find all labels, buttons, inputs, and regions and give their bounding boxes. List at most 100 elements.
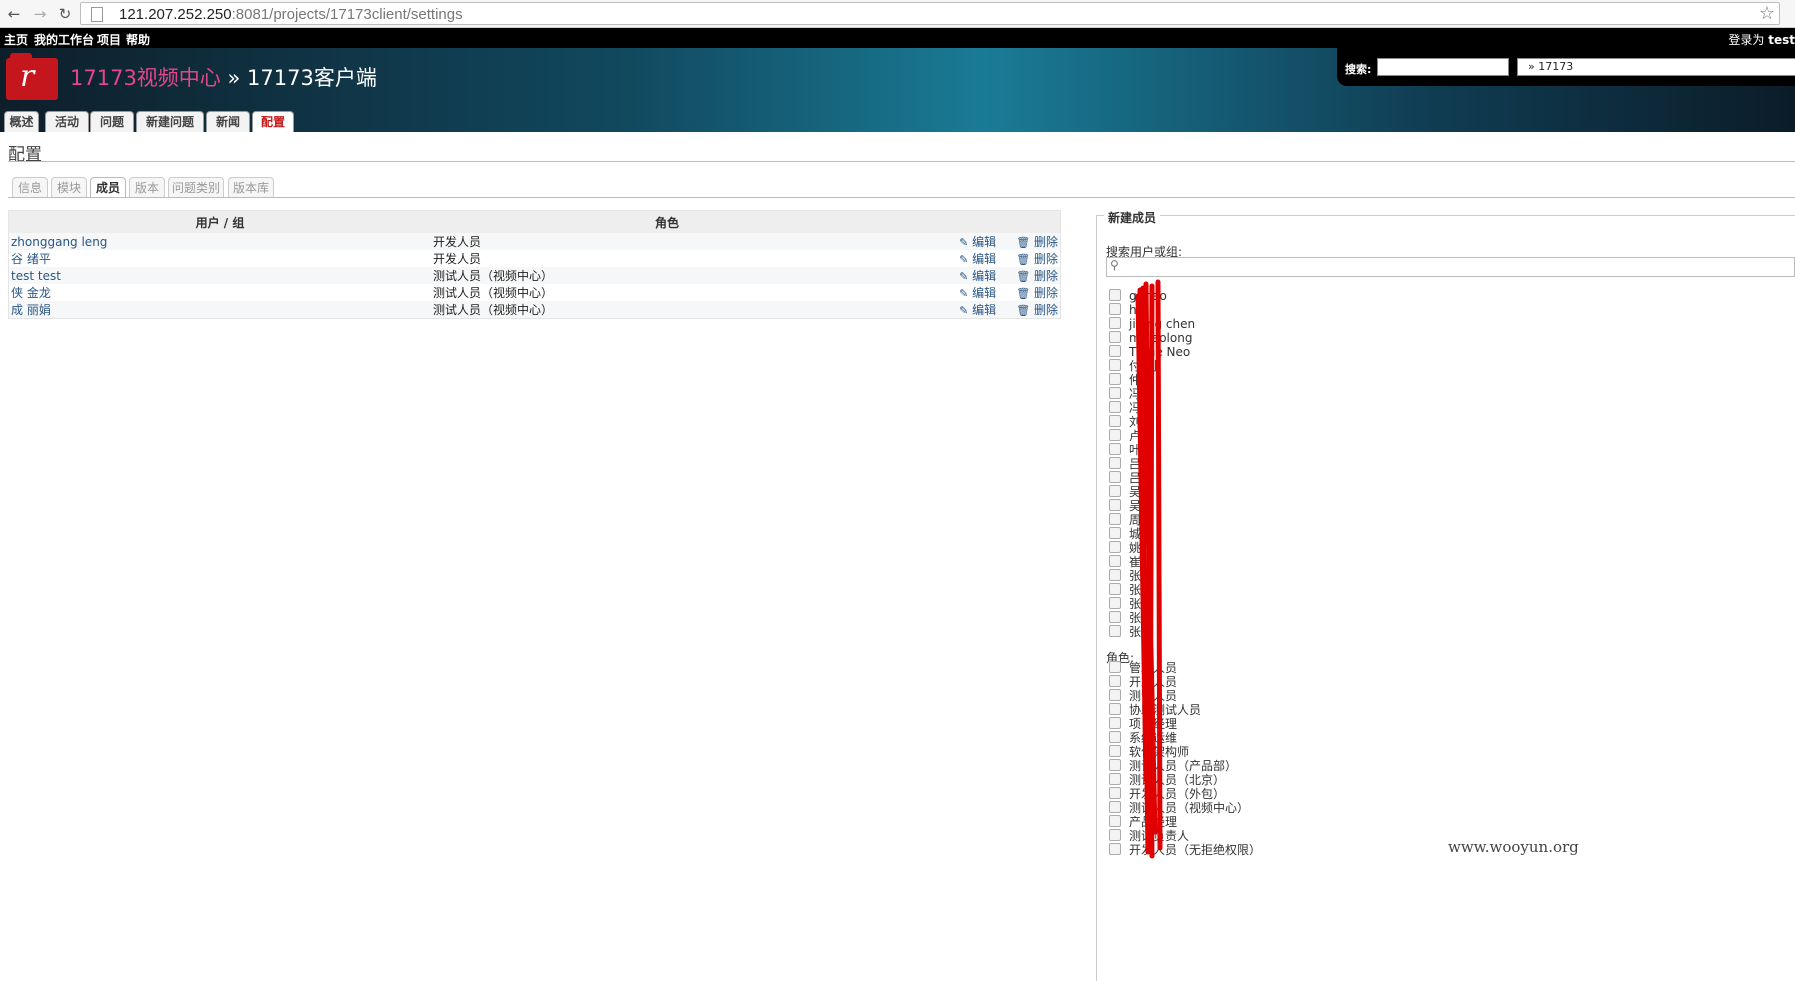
checkbox[interactable] xyxy=(1109,583,1121,595)
checkbox[interactable] xyxy=(1109,611,1121,623)
checkbox[interactable] xyxy=(1109,787,1121,799)
delete-button[interactable]: 🗑 删除 xyxy=(1006,301,1058,318)
checkbox[interactable] xyxy=(1109,303,1121,315)
role-checkbox-item[interactable]: 开发人员 xyxy=(1109,675,1177,689)
delete-button[interactable]: 🗑 删除 xyxy=(1006,267,1058,284)
role-checkbox-item[interactable]: 系统运维 xyxy=(1109,731,1177,745)
principal-checkbox-item[interactable]: jia ng chen xyxy=(1109,317,1195,331)
principal-checkbox-item[interactable]: Th ne Neo xyxy=(1109,345,1190,359)
principal-checkbox-item[interactable]: 张 xyxy=(1109,597,1141,611)
checkbox[interactable] xyxy=(1109,373,1121,385)
principal-checkbox-item[interactable]: 张 xyxy=(1109,611,1141,625)
tab-settings[interactable]: 配置 xyxy=(252,111,294,132)
principal-checkbox-item[interactable]: h e xyxy=(1109,303,1148,317)
principal-checkbox-item[interactable]: 卢 xyxy=(1109,429,1141,443)
checkbox[interactable] xyxy=(1109,457,1121,469)
principal-checkbox-item[interactable]: 姚 xyxy=(1109,541,1141,555)
checkbox[interactable] xyxy=(1109,485,1121,497)
reload-icon[interactable]: ↻ xyxy=(55,4,75,24)
role-checkbox-item[interactable]: 测试人员 xyxy=(1109,689,1177,703)
role-checkbox-item[interactable]: 协助测试人员 xyxy=(1109,703,1201,717)
checkbox[interactable] xyxy=(1109,541,1121,553)
checkbox[interactable] xyxy=(1109,731,1121,743)
principal-checkbox-item[interactable]: 刘 xyxy=(1109,415,1141,429)
parent-project-link[interactable]: 17173视频中心 xyxy=(70,66,221,90)
role-checkbox-item[interactable]: 测试人员（产品部） xyxy=(1109,759,1237,773)
top-menu-help[interactable]: 帮助 xyxy=(126,31,150,48)
role-checkbox-item[interactable]: 软件架构师 xyxy=(1109,745,1189,759)
edit-button[interactable]: ✎ 编辑 xyxy=(949,284,996,301)
role-checkbox-item[interactable]: 测试人员（北京） xyxy=(1109,773,1225,787)
tab-activity[interactable]: 活动 xyxy=(45,111,89,132)
checkbox[interactable] xyxy=(1109,675,1121,687)
member-user-link[interactable]: zhonggang leng xyxy=(11,235,107,249)
top-menu-my-page[interactable]: 我的工作台 xyxy=(34,31,94,48)
checkbox[interactable] xyxy=(1109,759,1121,771)
role-checkbox-item[interactable]: 管理人员 xyxy=(1109,661,1177,675)
forward-icon[interactable]: → xyxy=(30,4,50,24)
tab-versions[interactable]: 版本 xyxy=(129,177,165,198)
delete-button[interactable]: 🗑 删除 xyxy=(1006,284,1058,301)
checkbox[interactable] xyxy=(1109,625,1121,637)
back-icon[interactable]: ← xyxy=(4,4,24,24)
checkbox[interactable] xyxy=(1109,745,1121,757)
role-checkbox-item[interactable]: 测试负责人 xyxy=(1109,829,1189,843)
checkbox[interactable] xyxy=(1109,415,1121,427)
checkbox[interactable] xyxy=(1109,597,1121,609)
checkbox[interactable] xyxy=(1109,401,1121,413)
checkbox[interactable] xyxy=(1109,717,1121,729)
checkbox[interactable] xyxy=(1109,843,1121,855)
checkbox[interactable] xyxy=(1109,661,1121,673)
principal-checkbox-item[interactable]: ma aolong xyxy=(1109,331,1192,345)
role-checkbox-item[interactable]: 测试人员（视频中心） xyxy=(1109,801,1249,815)
checkbox[interactable] xyxy=(1109,829,1121,841)
top-menu-projects[interactable]: 项目 xyxy=(97,31,121,48)
tab-modules[interactable]: 模块 xyxy=(51,177,87,198)
edit-button[interactable]: ✎ 编辑 xyxy=(949,250,996,267)
principal-checkbox-item[interactable]: 张 xyxy=(1109,569,1141,583)
tab-issue-categories[interactable]: 问题类别 xyxy=(168,177,224,198)
checkbox[interactable] xyxy=(1109,555,1121,567)
user-link[interactable]: test xyxy=(1768,33,1795,47)
member-user-link[interactable]: test test xyxy=(11,269,61,283)
checkbox[interactable] xyxy=(1109,703,1121,715)
principal-checkbox-item[interactable]: 仲 xyxy=(1109,373,1141,387)
principal-checkbox-item[interactable]: 吕 xyxy=(1109,471,1141,485)
tab-overview[interactable]: 概述 xyxy=(4,111,39,132)
role-checkbox-item[interactable]: 开发人员（无拒绝权限） xyxy=(1109,843,1261,857)
tab-repository[interactable]: 版本库 xyxy=(228,177,274,198)
checkbox[interactable] xyxy=(1109,359,1121,371)
principal-checkbox-item[interactable]: 张 xyxy=(1109,583,1141,597)
principal-checkbox-item[interactable]: 叶 xyxy=(1109,443,1141,457)
checkbox[interactable] xyxy=(1109,331,1121,343)
checkbox[interactable] xyxy=(1109,513,1121,525)
principal-checkbox-item[interactable]: 付 刖 xyxy=(1109,359,1157,373)
checkbox[interactable] xyxy=(1109,499,1121,511)
edit-button[interactable]: ✎ 编辑 xyxy=(949,301,996,318)
principal-checkbox-item[interactable]: 周 xyxy=(1109,513,1141,527)
principal-checkbox-item[interactable]: 冯 xyxy=(1109,387,1141,401)
checkbox[interactable] xyxy=(1109,317,1121,329)
search-input[interactable] xyxy=(1377,58,1509,76)
top-menu-home[interactable]: 主页 xyxy=(4,31,28,48)
member-user-link[interactable]: 谷 绪平 xyxy=(11,252,51,266)
checkbox[interactable] xyxy=(1109,471,1121,483)
checkbox[interactable] xyxy=(1109,429,1121,441)
member-user-link[interactable]: 侠 金龙 xyxy=(11,286,51,300)
principal-checkbox-item[interactable]: g mao xyxy=(1109,289,1167,303)
role-checkbox-item[interactable]: 产品经理 xyxy=(1109,815,1177,829)
checkbox[interactable] xyxy=(1109,289,1121,301)
checkbox[interactable] xyxy=(1109,773,1121,785)
principal-checkbox-item[interactable]: 吴 xyxy=(1109,499,1141,513)
tab-news[interactable]: 新闻 xyxy=(206,111,250,132)
checkbox[interactable] xyxy=(1109,527,1121,539)
edit-button[interactable]: ✎ 编辑 xyxy=(949,267,996,284)
bookmark-star-icon[interactable]: ☆ xyxy=(1759,3,1775,24)
role-checkbox-item[interactable]: 项目经理 xyxy=(1109,717,1177,731)
checkbox[interactable] xyxy=(1109,815,1121,827)
tab-info[interactable]: 信息 xyxy=(12,177,48,198)
checkbox[interactable] xyxy=(1109,443,1121,455)
checkbox[interactable] xyxy=(1109,801,1121,813)
checkbox[interactable] xyxy=(1109,387,1121,399)
tab-members[interactable]: 成员 xyxy=(90,177,126,198)
